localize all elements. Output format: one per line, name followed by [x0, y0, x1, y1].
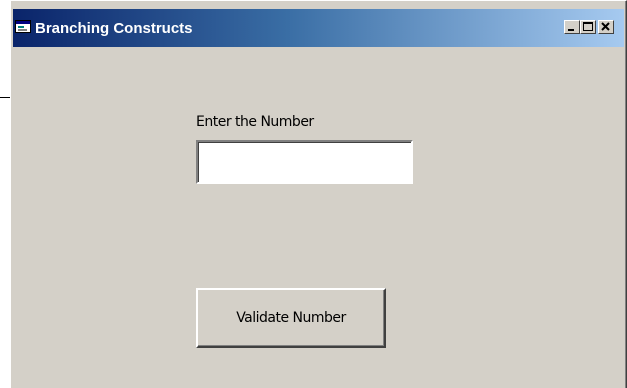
maximize-button[interactable]: [580, 20, 596, 34]
number-input[interactable]: [196, 140, 413, 184]
minimize-icon: [568, 29, 574, 31]
number-label: Enter the Number: [196, 114, 314, 130]
validate-button-label: Validate Number: [236, 310, 346, 326]
stray-divider-line: [0, 97, 10, 98]
validate-number-button[interactable]: Validate Number: [196, 288, 386, 348]
close-icon: [601, 22, 610, 31]
minimize-button[interactable]: [564, 20, 580, 34]
app-window: Branching Constructs Enter the Number Va…: [10, 0, 627, 388]
maximize-icon: [583, 22, 593, 31]
close-button[interactable]: [598, 20, 614, 34]
form-window-icon[interactable]: [15, 20, 31, 33]
window-title: Branching Constructs: [35, 20, 193, 37]
